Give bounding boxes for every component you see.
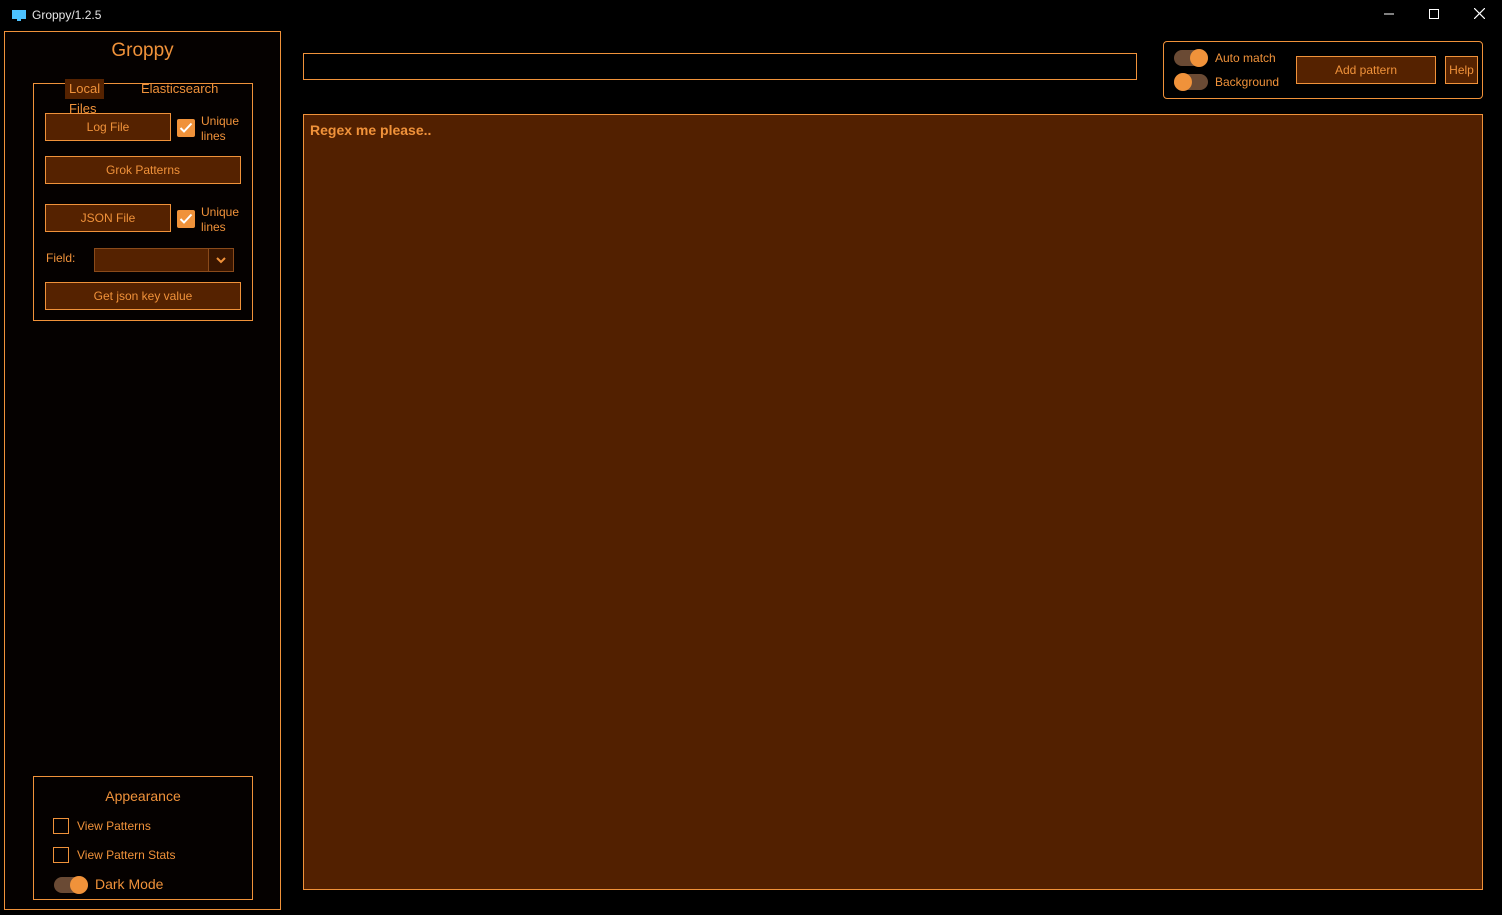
grok-patterns-button[interactable]: Grok Patterns xyxy=(45,156,241,184)
appearance-title: Appearance xyxy=(105,788,181,804)
editor-placeholder: Regex me please.. xyxy=(310,122,432,138)
controls-panel: Auto match Background Add pattern Help xyxy=(1163,41,1483,99)
view-pattern-stats-checkbox[interactable] xyxy=(53,847,69,863)
tab-elasticsearch[interactable]: Elasticsearch xyxy=(137,79,222,99)
title-bar: Groppy/1.2.5 xyxy=(0,0,1502,31)
toggle-knob xyxy=(1174,73,1192,91)
unique-lines-checkbox-json[interactable] xyxy=(177,210,195,228)
log-file-button[interactable]: Log File xyxy=(45,113,171,141)
background-toggle[interactable] xyxy=(1174,73,1208,91)
background-label: Background xyxy=(1215,75,1280,89)
unique-lines-label-json: Unique lines xyxy=(201,205,240,234)
minimize-button[interactable] xyxy=(1366,0,1412,31)
app-icon xyxy=(12,10,26,21)
help-button[interactable]: Help xyxy=(1445,56,1478,84)
toggle-knob xyxy=(70,876,88,894)
json-file-button[interactable]: JSON File xyxy=(45,204,171,232)
field-label: Field: xyxy=(46,251,76,265)
appearance-group: Appearance View Patterns View Pattern St… xyxy=(33,776,253,900)
add-pattern-button[interactable]: Add pattern xyxy=(1296,56,1436,84)
check-icon xyxy=(179,213,193,224)
chevron-down-icon xyxy=(216,257,226,264)
field-select-toggle[interactable] xyxy=(208,249,233,271)
field-select[interactable] xyxy=(94,248,234,272)
minimize-icon xyxy=(1384,13,1394,15)
check-icon xyxy=(179,122,193,133)
unique-lines-checkbox-log[interactable] xyxy=(177,119,195,137)
get-json-key-button[interactable]: Get json key value xyxy=(45,282,241,310)
close-button[interactable] xyxy=(1456,0,1502,31)
maximize-icon xyxy=(1429,9,1439,19)
maximize-button[interactable] xyxy=(1411,0,1457,31)
pattern-input[interactable] xyxy=(303,53,1137,80)
app-brand: Groppy xyxy=(111,40,174,61)
close-icon xyxy=(1473,7,1485,20)
window-title: Groppy/1.2.5 xyxy=(32,8,102,22)
dark-mode-label: Dark Mode xyxy=(95,876,164,892)
view-patterns-checkbox[interactable] xyxy=(53,818,69,834)
source-group: Local Files Elasticsearch Log File Uniqu… xyxy=(33,79,253,321)
sidebar: Groppy Local Files Elasticsearch Log Fil… xyxy=(4,31,281,910)
view-pattern-stats-label: View Pattern Stats xyxy=(77,848,176,862)
tab-local-files[interactable]: Local Files xyxy=(65,79,105,116)
auto-match-toggle[interactable] xyxy=(1174,49,1208,67)
dark-mode-toggle[interactable] xyxy=(54,876,88,894)
toggle-knob xyxy=(1190,49,1208,67)
log-editor[interactable]: Regex me please.. xyxy=(303,114,1483,890)
unique-lines-label-log: Unique lines xyxy=(201,114,240,143)
auto-match-label: Auto match xyxy=(1215,51,1276,65)
view-patterns-label: View Patterns xyxy=(77,819,151,833)
